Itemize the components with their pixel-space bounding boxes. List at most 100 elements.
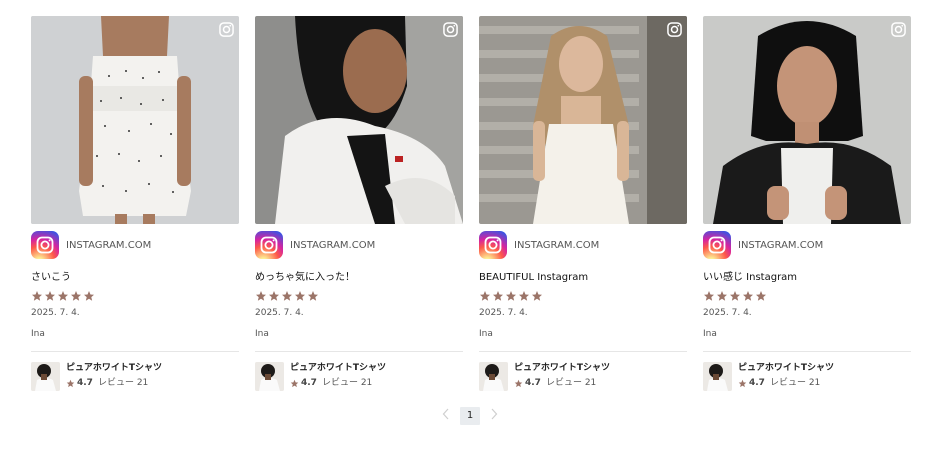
- photo-woman-leather-jacket: [703, 16, 911, 224]
- product-thumbnail[interactable]: [255, 362, 284, 391]
- review-photo[interactable]: [703, 16, 911, 224]
- instagram-icon: [443, 22, 458, 37]
- product-review-count: レビュー 21: [321, 378, 373, 388]
- star-icon: [32, 291, 42, 301]
- review-caption: いい感じ Instagram: [703, 272, 798, 283]
- product-meta: 4.7 レビュー 21: [514, 378, 610, 389]
- star-icon: [45, 291, 55, 301]
- pagination: 1: [440, 407, 500, 425]
- review-photo[interactable]: [255, 16, 463, 224]
- photo-woman-white-dress: [31, 16, 239, 224]
- product-link[interactable]: ピュアホワイトTシャツ 4.7 レビュー 21: [31, 362, 239, 391]
- source-label[interactable]: INSTAGRAM.COM: [514, 240, 599, 251]
- product-meta: 4.7 レビュー 21: [66, 378, 162, 389]
- instagram-logo-icon: [479, 231, 507, 259]
- star-icon: [71, 291, 81, 301]
- divider: [479, 351, 687, 352]
- star-icon: [256, 291, 266, 301]
- review-card[interactable]: INSTAGRAM.COM BEAUTIFUL Instagram 2025. …: [479, 16, 687, 391]
- product-link[interactable]: ピュアホワイトTシャツ 4.7 レビュー 21: [703, 362, 911, 391]
- star-rating: [255, 290, 463, 303]
- product-thumbnail[interactable]: [31, 362, 60, 391]
- product-review-count: レビュー 21: [545, 378, 597, 388]
- product-info: ピュアホワイトTシャツ 4.7 レビュー 21: [738, 362, 834, 389]
- source-label[interactable]: INSTAGRAM.COM: [290, 240, 375, 251]
- review-grid: INSTAGRAM.COM さいこう 2025. 7. 4. Ina ピュアホワ…: [31, 16, 911, 391]
- star-icon: [290, 379, 299, 388]
- product-meta: 4.7 レビュー 21: [290, 378, 386, 389]
- product-link[interactable]: ピュアホワイトTシャツ 4.7 レビュー 21: [255, 362, 463, 391]
- star-icon: [269, 291, 279, 301]
- star-icon: [480, 291, 490, 301]
- instagram-icon: [219, 22, 234, 37]
- product-info: ピュアホワイトTシャツ 4.7 レビュー 21: [290, 362, 386, 389]
- source-label[interactable]: INSTAGRAM.COM: [738, 240, 823, 251]
- star-icon: [514, 379, 523, 388]
- review-photo[interactable]: [31, 16, 239, 224]
- chevron-left-icon[interactable]: [440, 408, 452, 424]
- instagram-logo-icon: [31, 231, 59, 259]
- star-icon: [308, 291, 318, 301]
- star-rating: [703, 290, 911, 303]
- instagram-logo-icon: [255, 231, 283, 259]
- star-icon: [84, 291, 94, 301]
- page-number-current[interactable]: 1: [460, 407, 480, 425]
- product-score: 4.7: [749, 378, 765, 388]
- product-score: 4.7: [77, 378, 93, 388]
- product-meta: 4.7 レビュー 21: [738, 378, 834, 389]
- star-icon: [730, 291, 740, 301]
- product-review-count: レビュー 21: [769, 378, 821, 388]
- review-date: 2025. 7. 4.: [31, 308, 80, 318]
- review-date: 2025. 7. 4.: [479, 308, 528, 318]
- star-icon: [717, 291, 727, 301]
- review-card[interactable]: INSTAGRAM.COM めっちゃ気に入った！ 2025. 7. 4. Ina…: [255, 16, 463, 391]
- star-icon: [532, 291, 542, 301]
- star-rating: [31, 290, 239, 303]
- review-caption: さいこう: [31, 272, 71, 283]
- divider: [31, 351, 239, 352]
- star-icon: [506, 291, 516, 301]
- review-card[interactable]: INSTAGRAM.COM いい感じ Instagram 2025. 7. 4.…: [703, 16, 911, 391]
- product-score: 4.7: [301, 378, 317, 388]
- divider: [703, 351, 911, 352]
- star-icon: [756, 291, 766, 301]
- photo-woman-stairs: [479, 16, 687, 224]
- review-source: INSTAGRAM.COM: [255, 231, 463, 259]
- review-caption: BEAUTIFUL Instagram: [479, 272, 589, 283]
- review-author: Ina: [31, 329, 45, 339]
- review-author: Ina: [703, 329, 717, 339]
- star-icon: [743, 291, 753, 301]
- review-source: INSTAGRAM.COM: [479, 231, 687, 259]
- star-icon: [519, 291, 529, 301]
- review-author: Ina: [479, 329, 493, 339]
- instagram-icon: [891, 22, 906, 37]
- review-photo[interactable]: [479, 16, 687, 224]
- source-label[interactable]: INSTAGRAM.COM: [66, 240, 151, 251]
- review-caption: めっちゃ気に入った！: [255, 272, 355, 283]
- product-name[interactable]: ピュアホワイトTシャツ: [738, 363, 834, 374]
- product-name[interactable]: ピュアホワイトTシャツ: [66, 363, 162, 374]
- star-icon: [58, 291, 68, 301]
- chevron-right-icon[interactable]: [488, 408, 500, 424]
- review-card[interactable]: INSTAGRAM.COM さいこう 2025. 7. 4. Ina ピュアホワ…: [31, 16, 239, 391]
- star-icon: [493, 291, 503, 301]
- product-name[interactable]: ピュアホワイトTシャツ: [290, 363, 386, 374]
- star-icon: [295, 291, 305, 301]
- product-name[interactable]: ピュアホワイトTシャツ: [514, 363, 610, 374]
- product-thumbnail[interactable]: [703, 362, 732, 391]
- review-author: Ina: [255, 329, 269, 339]
- instagram-logo-icon: [703, 231, 731, 259]
- instagram-icon: [667, 22, 682, 37]
- product-review-count: レビュー 21: [97, 378, 149, 388]
- review-source: INSTAGRAM.COM: [703, 231, 911, 259]
- product-link[interactable]: ピュアホワイトTシャツ 4.7 レビュー 21: [479, 362, 687, 391]
- star-icon: [738, 379, 747, 388]
- review-source: INSTAGRAM.COM: [31, 231, 239, 259]
- divider: [255, 351, 463, 352]
- star-icon: [282, 291, 292, 301]
- review-date: 2025. 7. 4.: [255, 308, 304, 318]
- star-icon: [704, 291, 714, 301]
- product-info: ピュアホワイトTシャツ 4.7 レビュー 21: [514, 362, 610, 389]
- product-score: 4.7: [525, 378, 541, 388]
- product-thumbnail[interactable]: [479, 362, 508, 391]
